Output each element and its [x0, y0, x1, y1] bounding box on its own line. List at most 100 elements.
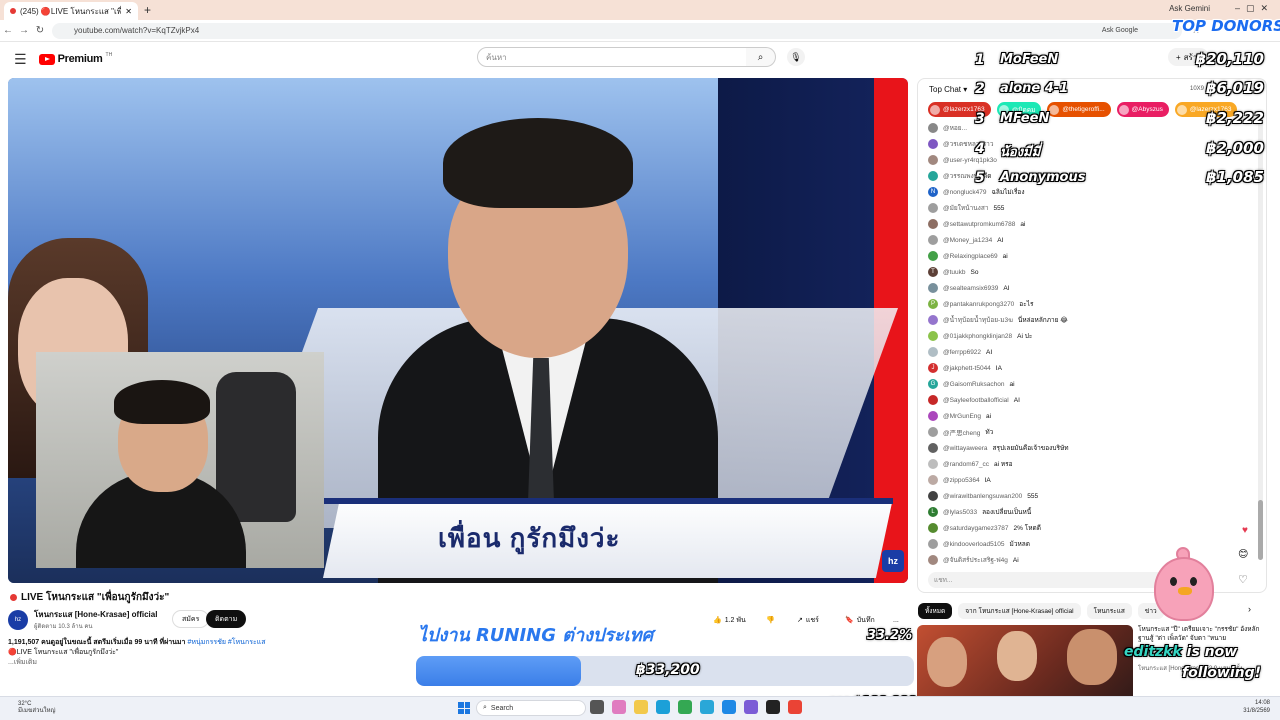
chat-message[interactable]: @ferrpp6922 AI — [928, 344, 1253, 360]
channel-avatar[interactable]: hz — [8, 609, 28, 630]
chat-message[interactable]: @Sayleefootballofficial AI — [928, 392, 1253, 408]
chat-avatar[interactable] — [928, 539, 938, 549]
chat-author[interactable]: @GaisomRuksachon — [943, 381, 1005, 388]
ask-google-button[interactable]: Ask Google — [1102, 27, 1138, 34]
capcut-icon[interactable] — [766, 700, 780, 714]
chat-avatar[interactable] — [928, 155, 938, 165]
chat-author[interactable]: @tuukb — [943, 269, 966, 276]
chat-author[interactable]: @random67_cc — [943, 461, 989, 468]
share-button[interactable]: ↗ แชร์ — [797, 611, 819, 629]
window-controls[interactable]: –▢✕ — [1235, 3, 1274, 14]
chat-message[interactable]: P @pantakanrukpong3270 อะไร — [928, 296, 1253, 312]
chat-author[interactable]: @จันดิสร์ประเสริฐ-ฟ4g — [943, 555, 1008, 565]
like-button[interactable]: 👍 1.2 พัน — [713, 611, 746, 629]
chat-avatar[interactable] — [928, 123, 938, 133]
chat-avatar[interactable] — [928, 555, 938, 565]
chat-author[interactable]: @wirawitbanlengsuwan200 — [943, 493, 1022, 500]
chat-avatar[interactable] — [928, 219, 938, 229]
chat-message[interactable]: @settawutpromkum6788 ai — [928, 216, 1253, 232]
new-tab-icon[interactable]: + — [144, 3, 151, 17]
subscribe-button[interactable]: ติดตาม — [206, 610, 247, 628]
chat-avatar[interactable] — [928, 395, 938, 405]
chat-avatar[interactable] — [928, 443, 938, 453]
back-icon[interactable]: ← — [0, 25, 16, 36]
weather-widget[interactable]: 32°C มีเมฆส่วนใหญ่ — [18, 701, 56, 715]
chat-message[interactable]: N @nongluck479 ฉลิมไม่เรื่อง — [928, 184, 1253, 200]
join-button[interactable]: สมัคร — [172, 610, 210, 628]
chat-author[interactable]: @มัยใหน้านงสา — [943, 203, 988, 213]
chat-message[interactable]: @มัยใหน้านงสา 555 — [928, 200, 1253, 216]
chat-avatar[interactable] — [928, 475, 938, 485]
copilot-icon[interactable] — [612, 700, 626, 714]
chat-message[interactable]: @Relaxingplace69 ai — [928, 248, 1253, 264]
chat-message[interactable]: T @tuukb So — [928, 264, 1253, 280]
chat-message[interactable]: @zippo5364 IA — [928, 472, 1253, 488]
search-input[interactable]: ค้นหา — [477, 47, 747, 67]
task-view-icon[interactable] — [590, 700, 604, 714]
chat-avatar[interactable] — [928, 139, 938, 149]
chat-author[interactable]: @jakphett-t5044 — [943, 365, 991, 372]
chat-message[interactable]: @MrGunEng ai — [928, 408, 1253, 424]
chat-message[interactable]: @严思cheng ทัว — [928, 424, 1253, 440]
chat-avatar[interactable] — [928, 459, 938, 469]
chat-avatar[interactable]: G — [928, 379, 938, 389]
youtube-logo[interactable]: Premium TH — [38, 52, 112, 65]
chat-avatar[interactable]: N — [928, 187, 938, 197]
chat-message[interactable]: @wirawitbanlengsuwan200 555 — [928, 488, 1253, 504]
chat-author[interactable]: @ferrpp6922 — [943, 349, 981, 356]
dislike-button[interactable]: 👎 — [766, 611, 775, 629]
close-icon[interactable]: ✕ — [125, 7, 132, 16]
chat-author[interactable]: @Relaxingplace69 — [943, 253, 998, 260]
chat-message[interactable]: @wittayaweera สรุปเลยมันคือเจ้าของบริษัท — [928, 440, 1253, 456]
chat-author[interactable]: @wittayaweera — [943, 445, 988, 452]
forward-icon[interactable]: → — [16, 25, 32, 36]
chat-author[interactable]: @saturdaygamez3787 — [943, 525, 1009, 532]
chat-author[interactable]: @sealteamsix6939 — [943, 285, 998, 292]
discord-icon[interactable] — [744, 700, 758, 714]
video-description[interactable]: 1,191,507 คนดูอยู่ในขณะนี้ สตรีมเริ่มเมื… — [8, 638, 408, 674]
chat-scrollbar[interactable] — [1258, 120, 1263, 560]
chat-message[interactable]: @saturdaygamez3787 2% โหดดี — [928, 520, 1253, 536]
chat-scroll-thumb[interactable] — [1258, 500, 1263, 560]
chat-author[interactable]: @严思cheng — [943, 427, 980, 437]
chat-avatar[interactable] — [928, 491, 938, 501]
chat-author[interactable]: @วรเดชหลวงราว — [943, 139, 993, 149]
chrome-icon[interactable] — [678, 700, 692, 714]
super-chat-pill[interactable]: @Abyszus — [1116, 102, 1169, 117]
taskbar-search[interactable]: ⌕ Search — [476, 700, 586, 716]
chat-message[interactable]: L @lylas5033 ลองเปลี่ยนเป็นหนี้ — [928, 504, 1253, 520]
voice-search-button[interactable]: 🎙 — [787, 48, 805, 66]
filter-chip[interactable]: ทั้งหมด — [918, 603, 953, 619]
chat-avatar[interactable] — [928, 411, 938, 421]
chat-author[interactable]: @kindooverload5105 — [943, 541, 1005, 548]
chat-avatar[interactable] — [928, 347, 938, 357]
chat-author[interactable]: @หอย... — [943, 123, 967, 133]
chat-message[interactable]: @sealteamsix6939 AI — [928, 280, 1253, 296]
chat-author[interactable]: @lylas5033 — [943, 509, 977, 516]
chat-message[interactable]: @น้ำทุบ้อยน้ำทุบ้อย-ม3ฆ นี่หล่อหลักภาย 😂 — [928, 312, 1253, 328]
chat-avatar[interactable] — [928, 523, 938, 533]
chat-avatar[interactable]: J — [928, 363, 938, 373]
chat-author[interactable]: @Sayleefootballofficial — [943, 397, 1009, 404]
chat-avatar[interactable] — [928, 427, 938, 437]
store-icon[interactable] — [700, 700, 714, 714]
edge-icon[interactable] — [656, 700, 670, 714]
chat-mode-selector[interactable]: Top Chat ▾ — [929, 85, 967, 94]
chat-avatar[interactable] — [928, 251, 938, 261]
chat-message[interactable]: @Money_ja1234 AI — [928, 232, 1253, 248]
chat-author[interactable]: @nongluck479 — [943, 189, 986, 196]
related-thumbnail[interactable] — [917, 625, 1133, 703]
chat-author[interactable]: @Money_ja1234 — [943, 237, 992, 244]
menu-icon[interactable]: ☰ — [14, 51, 27, 68]
hashtags[interactable]: #หนุ่มกรรชัย #โหนกระแส — [187, 639, 265, 646]
chat-message[interactable]: J @jakphett-t5044 IA — [928, 360, 1253, 376]
chat-author[interactable]: @น้ำทุบ้อยน้ำทุบ้อย-ม3ฆ — [943, 315, 1013, 325]
chat-avatar[interactable]: L — [928, 507, 938, 517]
super-chat-pill[interactable]: @thetigeroffi... — [1047, 102, 1111, 117]
filter-chip[interactable]: จาก โหนกระแส [Hone-Krasae] official — [958, 603, 1081, 619]
chat-author[interactable]: @pantakanrukpong3270 — [943, 301, 1014, 308]
reaction-heart-icon[interactable]: ♡ — [1238, 573, 1248, 586]
channel-name[interactable]: โหนกระแส [Hone-Krasae] official — [34, 608, 157, 621]
chat-author[interactable]: @วรรณพงษ์ — [943, 171, 978, 181]
chat-avatar[interactable]: P — [928, 299, 938, 309]
